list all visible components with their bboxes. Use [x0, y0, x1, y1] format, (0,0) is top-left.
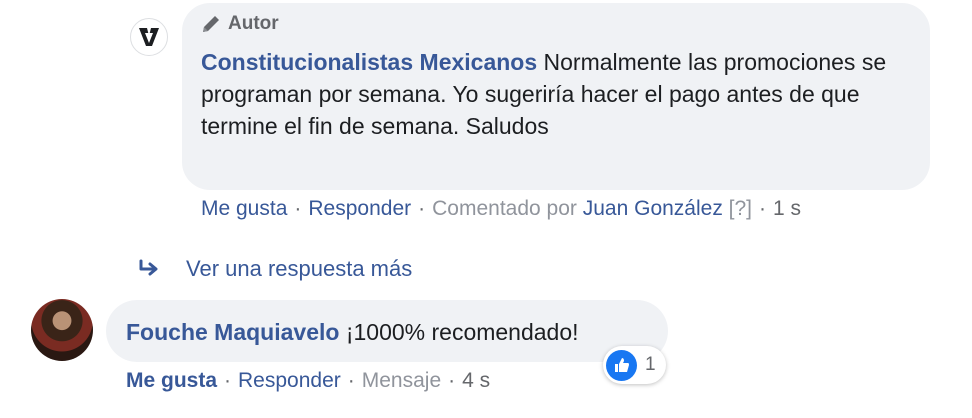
separator: · — [294, 197, 302, 220]
separator: · — [418, 197, 426, 220]
comment-text: ¡1000% recomendado! — [345, 319, 579, 345]
comment-like-link[interactable]: Me gusta — [126, 369, 217, 393]
comment-respond-link[interactable]: Responder — [238, 369, 341, 393]
comment-actions: Me gusta · Responder · Mensaje · 4 s — [126, 369, 490, 393]
pencil-icon — [203, 16, 219, 32]
reply-author-name[interactable]: Constitucionalistas Mexicanos — [201, 49, 537, 75]
author-badge: Autor — [200, 13, 279, 35]
page-logo-icon — [139, 28, 159, 46]
view-more-replies[interactable]: Ver una respuesta más — [138, 256, 412, 282]
reply-respond-link[interactable]: Responder — [308, 197, 411, 221]
separator: · — [347, 369, 355, 392]
help-link[interactable]: [?] — [729, 197, 752, 221]
commented-by-label: Comentado por — [432, 197, 577, 220]
separator: · — [224, 369, 232, 392]
like-reaction-icon — [606, 349, 637, 381]
author-tag-label: Autor — [228, 13, 279, 34]
commented-by-name[interactable]: Juan González — [583, 197, 723, 221]
comment-text-block: Fouche Maquiavelo ¡1000% recomendado! — [126, 316, 579, 348]
message-link[interactable]: Mensaje — [362, 369, 441, 393]
reply-text-block: Constitucionalistas Mexicanos Normalment… — [201, 46, 901, 142]
view-more-replies-label: Ver una respuesta más — [186, 256, 413, 281]
reply-timestamp[interactable]: 1 s — [773, 197, 801, 221]
reaction-count: 1 — [645, 354, 656, 375]
thumbs-up-icon — [614, 358, 629, 372]
page-avatar[interactable] — [130, 18, 168, 56]
reply-like-link[interactable]: Me gusta — [201, 197, 287, 221]
commenter-avatar[interactable] — [31, 299, 93, 361]
reply-actions: Me gusta · Responder · Comentado por Jua… — [201, 197, 801, 221]
separator: · — [448, 369, 456, 392]
reply-arrow-icon — [139, 259, 158, 276]
comment-author-name[interactable]: Fouche Maquiavelo — [126, 319, 339, 345]
comment-timestamp[interactable]: 4 s — [462, 369, 490, 393]
reaction-summary[interactable]: 1 — [603, 346, 666, 384]
separator: · — [759, 197, 767, 220]
